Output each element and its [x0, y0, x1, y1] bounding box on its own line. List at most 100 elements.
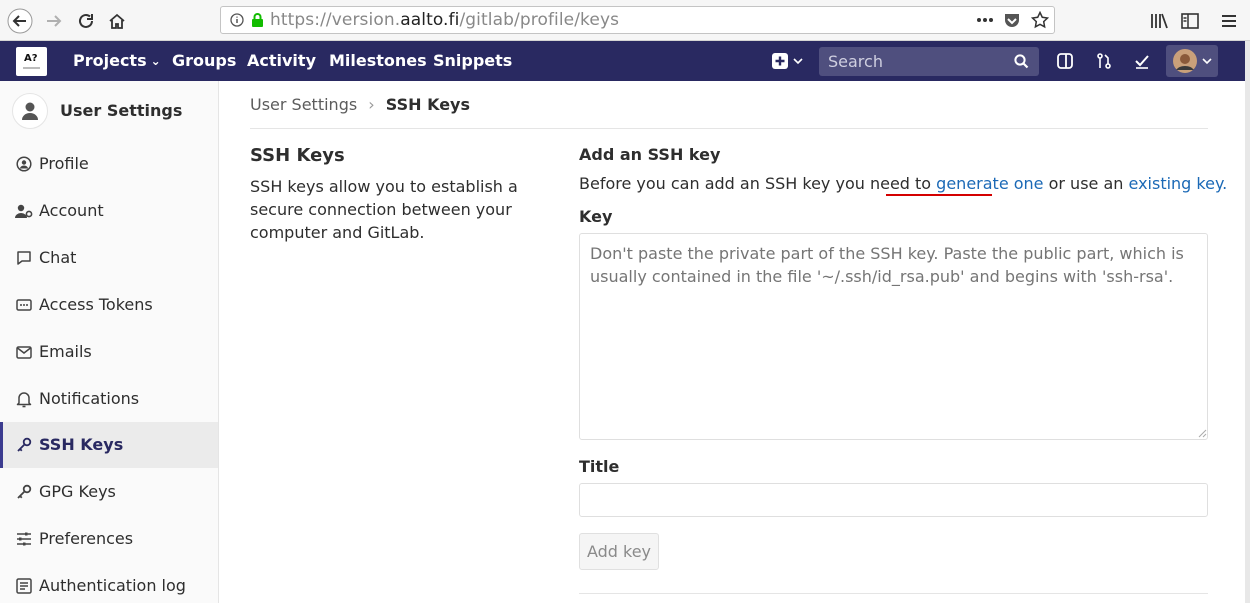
sidebar-item-label: Account [39, 201, 104, 220]
search-input[interactable]: Search [819, 47, 1039, 76]
sidebar-toggle-button[interactable] [1176, 7, 1204, 35]
menu-button[interactable] [1215, 7, 1243, 35]
token-icon [15, 296, 33, 314]
panel-icon [1057, 53, 1073, 69]
section-title: SSH Keys [250, 145, 345, 166]
breadcrumb: User Settings › SSH Keys [250, 95, 470, 114]
chevron-down-icon [793, 58, 803, 65]
annotation-underline [886, 194, 992, 196]
add-key-intro: Before you can add an SSH key you need t… [579, 174, 1227, 193]
sidebar-item-label: Preferences [39, 529, 134, 548]
sidebar-item-profile[interactable]: Profile [0, 141, 218, 187]
breadcrumb-current: SSH Keys [385, 95, 470, 114]
chat-icon [15, 249, 33, 267]
account-icon [15, 202, 33, 220]
sidebar-item-ssh-keys[interactable]: SSH Keys [0, 422, 218, 468]
intro-text-middle: or use an [1043, 174, 1129, 193]
info-icon[interactable] [230, 13, 244, 27]
sidebar-item-label: Access Tokens [39, 295, 153, 314]
sidebar-icon [1181, 13, 1199, 29]
forward-button[interactable] [40, 7, 68, 35]
sidebar-item-access-tokens[interactable]: Access Tokens [0, 282, 218, 328]
sidebar-item-label: Authentication log [39, 576, 186, 595]
breadcrumb-separator: › [368, 95, 375, 114]
more-icon[interactable] [976, 15, 994, 25]
sidebar-item-label: Notifications [39, 389, 140, 408]
reload-button[interactable] [72, 7, 100, 35]
sidebar-item-gpg-keys[interactable]: GPG Keys [0, 469, 218, 515]
sidebar-item-preferences[interactable]: Preferences [0, 516, 218, 562]
email-icon [15, 343, 33, 361]
sidebar-item-notifications[interactable]: Notifications [0, 376, 218, 422]
add-key-heading: Add an SSH key [579, 145, 721, 164]
bell-icon [15, 390, 33, 408]
log-icon [15, 577, 33, 595]
star-icon[interactable] [1031, 11, 1049, 29]
key-label: Key [579, 207, 613, 226]
merge-requests-button[interactable] [1093, 50, 1115, 72]
merge-request-icon [1097, 53, 1111, 69]
library-icon [1151, 13, 1168, 29]
key-icon [15, 436, 33, 454]
new-item-button[interactable] [770, 50, 804, 72]
settings-sidebar: User Settings Profile Account Chat Acces… [0, 81, 219, 603]
divider [250, 128, 1208, 129]
home-button[interactable] [103, 7, 131, 35]
nav-milestones[interactable]: Milestones [329, 41, 427, 81]
url-bar[interactable]: https://version.aalto.fi/gitlab/profile/… [220, 6, 1055, 34]
back-arrow-icon [7, 8, 33, 34]
breadcrumb-parent[interactable]: User Settings [250, 95, 357, 114]
sidebar-item-account[interactable]: Account [0, 188, 218, 234]
sidebar-panel-button[interactable] [1054, 50, 1076, 72]
sidebar-header[interactable]: User Settings [0, 81, 219, 141]
resize-handle-icon[interactable] [1198, 429, 1207, 438]
library-button[interactable] [1145, 7, 1173, 35]
url-path: /gitlab/profile/keys [459, 10, 620, 30]
nav-snippets[interactable]: Snippets [433, 41, 512, 81]
search-icon [1014, 54, 1029, 69]
todos-button[interactable] [1131, 50, 1153, 72]
search-placeholder: Search [828, 52, 883, 71]
avatar [1173, 49, 1197, 73]
forward-arrow-icon [47, 15, 62, 27]
top-navbar: A? Projects ⌄ Groups Activity Milestones … [0, 41, 1245, 81]
back-button[interactable] [6, 7, 34, 35]
title-label: Title [579, 457, 620, 476]
scrollbar[interactable] [1245, 41, 1250, 603]
url-scheme: https://version. [270, 10, 401, 30]
existing-key-link[interactable]: existing key. [1129, 174, 1228, 193]
sidebar-item-label: SSH Keys [39, 435, 124, 454]
sidebar-item-chat[interactable]: Chat [0, 235, 218, 281]
generate-one-link[interactable]: generate one [936, 174, 1043, 193]
user-menu-button[interactable] [1166, 45, 1218, 77]
nav-groups[interactable]: Groups [172, 41, 236, 81]
home-icon [109, 13, 125, 29]
sidebar-item-label: Profile [39, 154, 89, 173]
url-text: https://version.aalto.fi/gitlab/profile/… [270, 10, 619, 30]
sliders-icon [15, 530, 33, 548]
intro-text-before: Before you can add an SSH key you need t… [579, 174, 937, 193]
sidebar-title: User Settings [60, 101, 183, 120]
nav-projects-label: Projects [73, 51, 147, 70]
lock-icon [252, 12, 263, 27]
add-key-button[interactable]: Add key [579, 533, 659, 570]
title-input[interactable] [579, 483, 1208, 517]
logo-text: A? [24, 53, 38, 64]
browser-toolbar: https://version.aalto.fi/gitlab/profile/… [0, 0, 1250, 41]
aalto-logo[interactable]: A? [16, 47, 47, 76]
sidebar-item-label: GPG Keys [39, 482, 116, 501]
nav-projects[interactable]: Projects ⌄ [73, 41, 161, 81]
reload-icon [79, 13, 93, 28]
logo-underline [23, 67, 40, 69]
section-description: SSH keys allow you to establish a secure… [250, 177, 518, 242]
sidebar-item-authentication-log[interactable]: Authentication log [0, 563, 218, 609]
sidebar-item-emails[interactable]: Emails [0, 329, 218, 375]
key-textarea[interactable] [579, 233, 1208, 440]
checklist-icon [1135, 55, 1149, 69]
chevron-down-icon: ⌄ [150, 54, 161, 68]
divider [579, 593, 1208, 594]
nav-activity[interactable]: Activity [247, 41, 316, 81]
chevron-down-icon [1202, 58, 1212, 65]
sidebar-item-label: Emails [39, 342, 92, 361]
pocket-icon[interactable] [1003, 12, 1021, 29]
